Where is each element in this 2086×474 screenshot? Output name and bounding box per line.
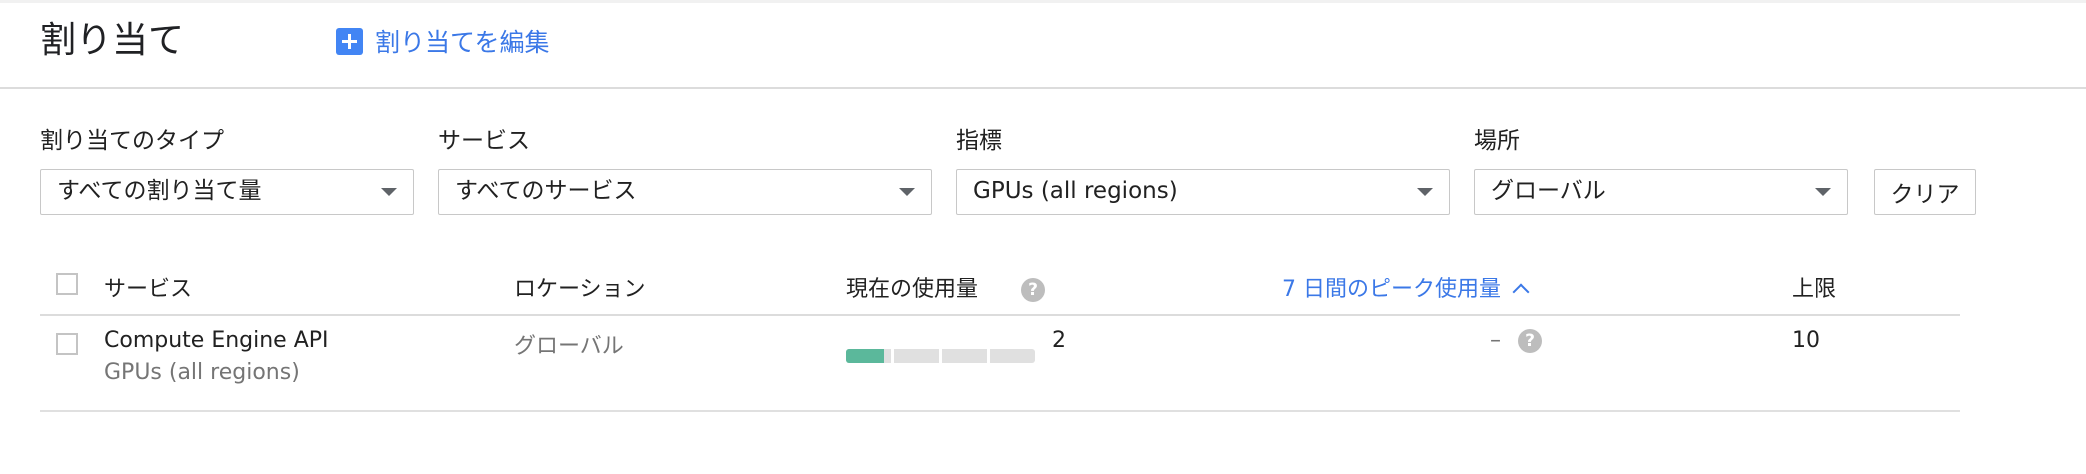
filter-location: 場所 グローバル <box>1474 126 1848 215</box>
filter-metric-label: 指標 <box>956 128 1002 154</box>
table-row: Compute Engine API GPUs (all regions) グロ… <box>40 316 1960 412</box>
filter-quota-type: 割り当てのタイプ すべての割り当て量 <box>40 126 414 215</box>
plus-icon <box>336 27 363 55</box>
usage-bar-segment <box>990 349 1035 363</box>
usage-bar-fill <box>846 349 884 363</box>
peak-usage-value: – <box>1490 328 1501 353</box>
current-usage-label: 現在の使用量 <box>846 277 979 302</box>
column-header-peak-usage[interactable]: 7 日間のピーク使用量 <box>1282 270 1530 310</box>
row-metric-name: GPUs (all regions) <box>104 360 300 385</box>
edit-quotas-label: 割り当てを編集 <box>375 28 550 57</box>
usage-bar-segment <box>894 349 939 363</box>
table-header: サービス ロケーション 現在の使用量 ? 7 日間のピーク使用量 上限 <box>40 266 1960 316</box>
column-header-current-usage: 現在の使用量 ? <box>846 270 1046 310</box>
service-value: すべてのサービス <box>455 178 637 204</box>
column-header-service: サービス <box>104 277 193 302</box>
quota-type-select[interactable]: すべての割り当て量 <box>40 169 414 215</box>
edit-quotas-button[interactable]: 割り当てを編集 <box>336 23 550 59</box>
usage-bar-segment <box>942 349 987 363</box>
metric-value: GPUs (all regions) <box>973 178 1178 204</box>
metric-select[interactable]: GPUs (all regions) <box>956 169 1450 215</box>
chevron-down-icon <box>1417 188 1433 196</box>
peak-usage-label: 7 日間のピーク使用量 <box>1282 277 1501 302</box>
quota-table: サービス ロケーション 現在の使用量 ? 7 日間のピーク使用量 上限 Comp… <box>40 266 1960 412</box>
filter-service: サービス すべてのサービス <box>438 126 932 215</box>
filter-location-label: 場所 <box>1474 128 1520 154</box>
filter-service-label: サービス <box>438 128 530 154</box>
quota-type-value: すべての割り当て量 <box>57 178 262 204</box>
clear-button[interactable]: クリア <box>1874 169 1976 215</box>
location-value: グローバル <box>1491 178 1606 204</box>
row-limit: 10 <box>1792 328 1820 353</box>
service-select[interactable]: すべてのサービス <box>438 169 932 215</box>
row-checkbox[interactable] <box>56 333 78 355</box>
row-location: グローバル <box>514 334 624 359</box>
row-peak-usage: – ? <box>1490 328 1542 353</box>
row-service-name: Compute Engine API <box>104 328 329 353</box>
chevron-down-icon <box>899 188 915 196</box>
filter-metric: 指標 GPUs (all regions) <box>956 126 1450 215</box>
help-icon[interactable]: ? <box>1518 329 1542 353</box>
filter-quota-type-label: 割り当てのタイプ <box>40 128 224 154</box>
column-header-location: ロケーション <box>514 277 646 302</box>
page-header: 割り当て 割り当てを編集 <box>0 3 2086 89</box>
column-header-limit: 上限 <box>1792 277 1837 302</box>
usage-progress-bar <box>846 349 1035 363</box>
chevron-down-icon <box>1815 188 1831 196</box>
chevron-down-icon <box>381 188 397 196</box>
sort-ascending-icon <box>1512 283 1530 301</box>
help-icon[interactable]: ? <box>1021 278 1046 302</box>
location-select[interactable]: グローバル <box>1474 169 1848 215</box>
select-all-checkbox[interactable] <box>56 273 78 295</box>
page-title: 割り当て <box>40 20 185 61</box>
row-current-usage: 2 <box>1052 328 1066 353</box>
